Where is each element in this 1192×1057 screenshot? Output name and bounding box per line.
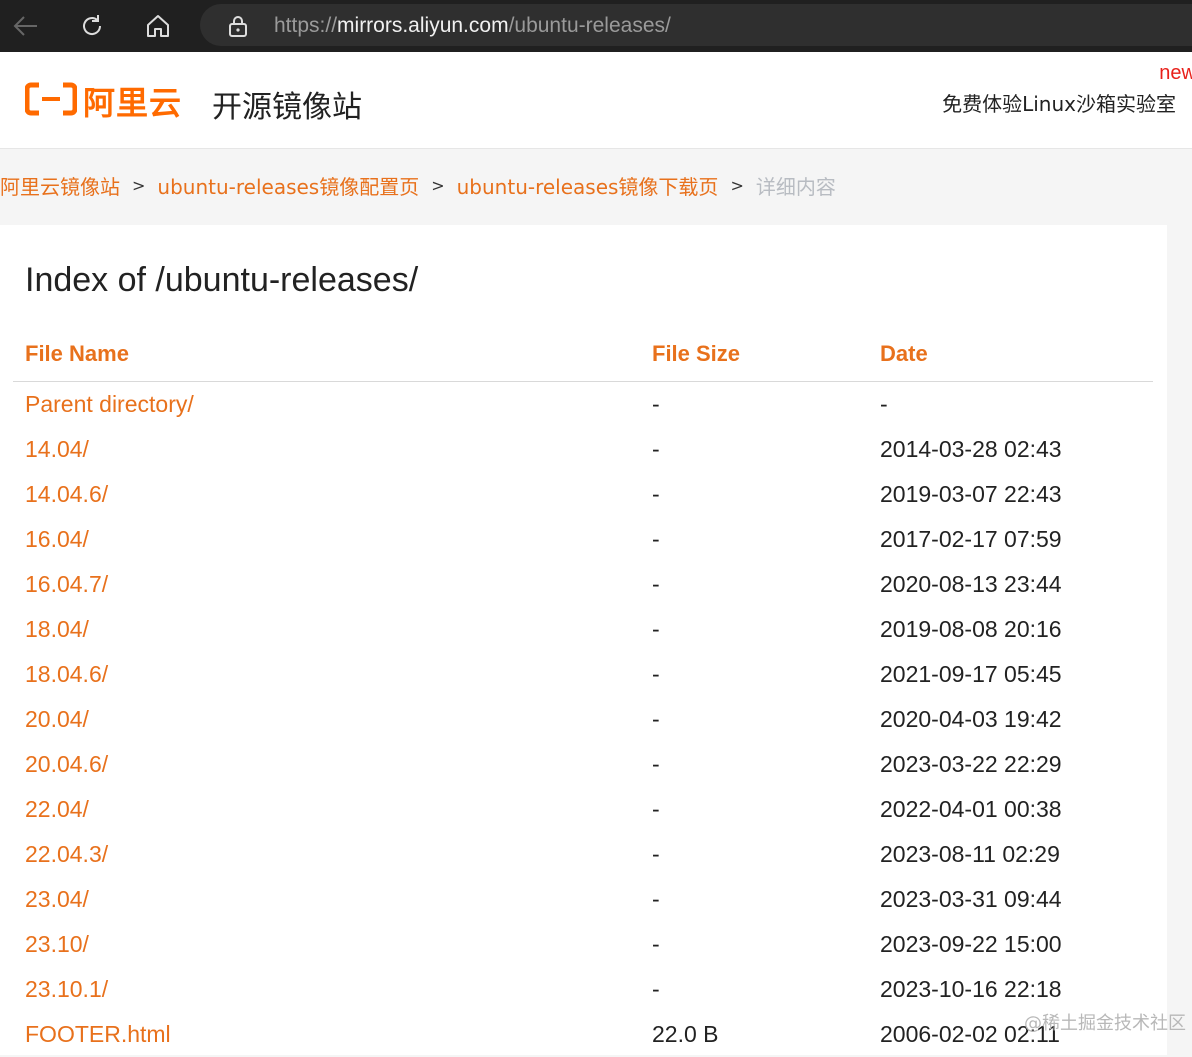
file-name-link[interactable]: Parent directory/: [25, 391, 194, 418]
file-date: 2023-08-11 02:29: [880, 841, 1060, 867]
table-row: 18.04/ - 2019-08-08 20:16: [13, 607, 1153, 652]
file-date: 2023-03-31 09:44: [880, 886, 1062, 912]
breadcrumb-separator: >: [132, 175, 146, 195]
file-size: -: [652, 706, 660, 732]
file-name-link[interactable]: 23.10.1/: [25, 976, 108, 1003]
file-date: 2019-08-08 20:16: [880, 616, 1062, 642]
lock-icon: [228, 15, 248, 42]
table-header: File Name File Size Date: [13, 335, 1153, 382]
table-row: 23.10.1/ - 2023-10-16 22:18: [13, 967, 1153, 1012]
file-size: -: [652, 571, 660, 597]
new-badge: new: [1159, 62, 1192, 84]
home-icon: [145, 13, 171, 39]
file-size: -: [652, 616, 660, 642]
table-row: Parent directory/ - -: [13, 382, 1153, 427]
table-row: 14.04.6/ - 2019-03-07 22:43: [13, 472, 1153, 517]
file-size: -: [652, 931, 660, 957]
breadcrumb-separator: >: [431, 175, 445, 195]
file-size: -: [652, 751, 660, 777]
file-date: -: [880, 391, 888, 417]
column-header-file-size[interactable]: File Size: [652, 341, 740, 367]
table-body: Parent directory/ - - 14.04/ - 2014-03-28 02:…: [13, 382, 1153, 1057]
table-row: 20.04.6/ - 2023-03-22 22:29: [13, 742, 1153, 787]
file-date: 2021-09-17 05:45: [880, 661, 1062, 687]
table-row: 23.10/ - 2023-09-22 15:00: [13, 922, 1153, 967]
column-header-date[interactable]: Date: [880, 341, 928, 367]
site-title: 开源镜像站: [212, 90, 362, 125]
file-size: -: [652, 661, 660, 687]
file-size: -: [652, 886, 660, 912]
file-name-link[interactable]: 16.04.7/: [25, 571, 108, 598]
file-name-link[interactable]: 14.04/: [25, 436, 89, 463]
table-row: 22.04.3/ - 2023-08-11 02:29: [13, 832, 1153, 877]
table-row: 22.04/ - 2022-04-01 00:38: [13, 787, 1153, 832]
file-name-link[interactable]: 18.04.6/: [25, 661, 108, 688]
site-header: 阿里云 开源镜像站 new 免费体验Linux沙箱实验室: [0, 52, 1192, 149]
table-row: 16.04.7/ - 2020-08-13 23:44: [13, 562, 1153, 607]
file-size: -: [652, 391, 660, 417]
file-date: 2014-03-28 02:43: [880, 436, 1062, 462]
table-row: 14.04/ - 2014-03-28 02:43: [13, 427, 1153, 472]
logo-text: 阿里云: [83, 84, 183, 122]
file-size: -: [652, 841, 660, 867]
file-name-link[interactable]: 20.04.6/: [25, 751, 108, 778]
url-text[interactable]: https://mirrors.aliyun.com/ubuntu-releas…: [274, 14, 671, 38]
breadcrumb: 阿里云镜像站 > ubuntu-releases镜像配置页 > ubuntu-r…: [0, 171, 836, 199]
listing-card: Index of /ubuntu-releases/ File Name Fil…: [0, 225, 1167, 1055]
file-name-link[interactable]: FOOTER.html: [25, 1021, 171, 1048]
file-date: 2023-03-22 22:29: [880, 751, 1062, 777]
file-date: 2017-02-17 07:59: [880, 526, 1062, 552]
file-name-link[interactable]: 22.04.3/: [25, 841, 108, 868]
file-name-link[interactable]: 14.04.6/: [25, 481, 108, 508]
file-name-link[interactable]: 16.04/: [25, 526, 89, 553]
browser-toolbar: https://mirrors.aliyun.com/ubuntu-releas…: [0, 0, 1192, 52]
table-row: 16.04/ - 2017-02-17 07:59: [13, 517, 1153, 562]
aliyun-bracket-icon: [24, 82, 78, 121]
watermark: @稀土掘金技术社区: [1024, 1013, 1186, 1034]
file-date: 2023-10-16 22:18: [880, 976, 1062, 1002]
file-size: -: [652, 796, 660, 822]
file-name-link[interactable]: 23.04/: [25, 886, 89, 913]
file-date: 2023-09-22 15:00: [880, 931, 1062, 957]
table-row: 23.04/ - 2023-03-31 09:44: [13, 877, 1153, 922]
table-row: 18.04.6/ - 2021-09-17 05:45: [13, 652, 1153, 697]
file-size: -: [652, 436, 660, 462]
url-path: /ubuntu-releases/: [508, 14, 671, 37]
breadcrumb-config-page[interactable]: ubuntu-releases镜像配置页: [157, 171, 419, 200]
file-table: File Name File Size Date Parent director…: [13, 335, 1153, 1057]
breadcrumb-current: 详细内容: [755, 174, 836, 199]
file-size: -: [652, 976, 660, 1002]
url-scheme: https://: [274, 14, 338, 37]
address-bar[interactable]: https://mirrors.aliyun.com/ubuntu-releas…: [200, 4, 1192, 46]
back-button[interactable]: [10, 10, 42, 42]
file-name-link[interactable]: 18.04/: [25, 616, 89, 643]
file-size: -: [652, 481, 660, 507]
breadcrumb-mirror-home[interactable]: 阿里云镜像站: [0, 171, 120, 200]
refresh-icon: [79, 13, 105, 39]
refresh-button[interactable]: [76, 10, 108, 42]
file-date: 2020-08-13 23:44: [880, 571, 1062, 597]
file-name-link[interactable]: 22.04/: [25, 796, 89, 823]
table-row: FOOTER.html 22.0 B 2006-02-02 02:11: [13, 1012, 1153, 1057]
url-host: mirrors.aliyun.com: [337, 14, 509, 37]
breadcrumb-separator: >: [730, 175, 744, 195]
back-arrow-icon: [13, 15, 39, 37]
file-name-link[interactable]: 23.10/: [25, 931, 89, 958]
aliyun-logo[interactable]: 阿里云: [24, 78, 183, 124]
column-header-file-name[interactable]: File Name: [25, 341, 129, 367]
home-button[interactable]: [142, 10, 174, 42]
file-date: 2020-04-03 19:42: [880, 706, 1062, 732]
file-size: -: [652, 526, 660, 552]
file-size: 22.0 B: [652, 1021, 719, 1047]
table-row: 20.04/ - 2020-04-03 19:42: [13, 697, 1153, 742]
page-title: Index of /ubuntu-releases/: [25, 261, 419, 299]
file-name-link[interactable]: 20.04/: [25, 706, 89, 733]
file-date: 2019-03-07 22:43: [880, 481, 1062, 507]
sandbox-lab-link[interactable]: 免费体验Linux沙箱实验室: [942, 88, 1176, 117]
file-date: 2022-04-01 00:38: [880, 796, 1062, 822]
breadcrumb-download-page[interactable]: ubuntu-releases镜像下载页: [457, 171, 719, 200]
